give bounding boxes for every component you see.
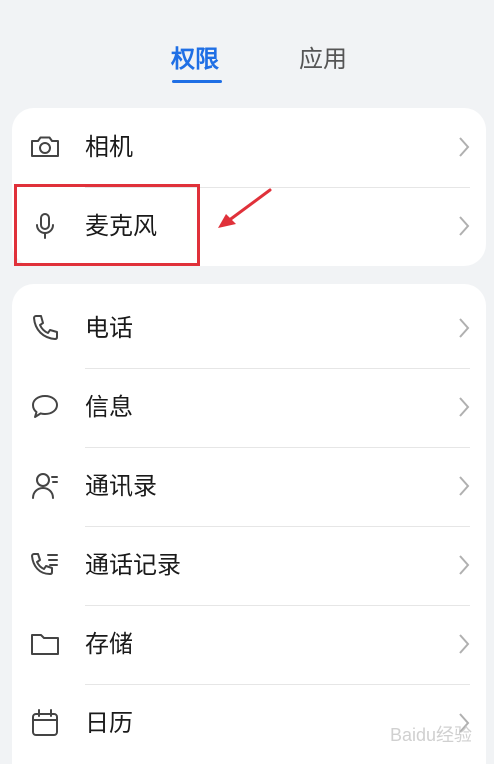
folder-icon <box>28 627 62 661</box>
phone-icon <box>28 311 62 345</box>
camera-icon <box>28 130 62 164</box>
permission-group-personal: 电话 信息 通讯录 通话记录 存储 日历 <box>12 284 486 764</box>
permission-item-label: 存储 <box>85 630 133 658</box>
chevron-right-icon <box>456 134 472 160</box>
watermark: Baidu经验 <box>389 725 472 745</box>
permission-item-phone[interactable]: 电话 <box>12 289 486 368</box>
permission-item-label: 通话记录 <box>85 551 181 579</box>
calendar-icon <box>28 706 62 740</box>
contacts-icon <box>28 469 62 503</box>
chevron-right-icon <box>456 631 472 657</box>
permission-item-call-log[interactable]: 通话记录 <box>12 526 486 605</box>
active-tab-indicator <box>172 80 222 83</box>
permission-item-camera[interactable]: 相机 <box>12 108 486 187</box>
tab-apps[interactable]: 应用 <box>299 42 347 76</box>
tab-bar: 权限 应用 <box>0 0 494 100</box>
chevron-right-icon <box>456 473 472 499</box>
chevron-right-icon <box>456 213 472 239</box>
permission-item-label: 相机 <box>85 133 133 161</box>
permission-item-label: 信息 <box>85 393 133 421</box>
annotation-highlight-box <box>14 184 200 266</box>
permission-item-label: 电话 <box>85 314 133 342</box>
permission-item-label: 通讯录 <box>85 472 157 500</box>
permission-item-contacts[interactable]: 通讯录 <box>12 447 486 526</box>
permission-item-storage[interactable]: 存储 <box>12 605 486 684</box>
annotation-arrow-icon <box>218 188 272 228</box>
tab-permissions[interactable]: 权限 <box>171 42 219 76</box>
call-log-icon <box>28 548 62 582</box>
message-icon <box>28 390 62 424</box>
chevron-right-icon <box>456 394 472 420</box>
chevron-right-icon <box>456 552 472 578</box>
permission-item-label: 日历 <box>85 709 133 737</box>
chevron-right-icon <box>456 315 472 341</box>
permission-item-messages[interactable]: 信息 <box>12 368 486 447</box>
